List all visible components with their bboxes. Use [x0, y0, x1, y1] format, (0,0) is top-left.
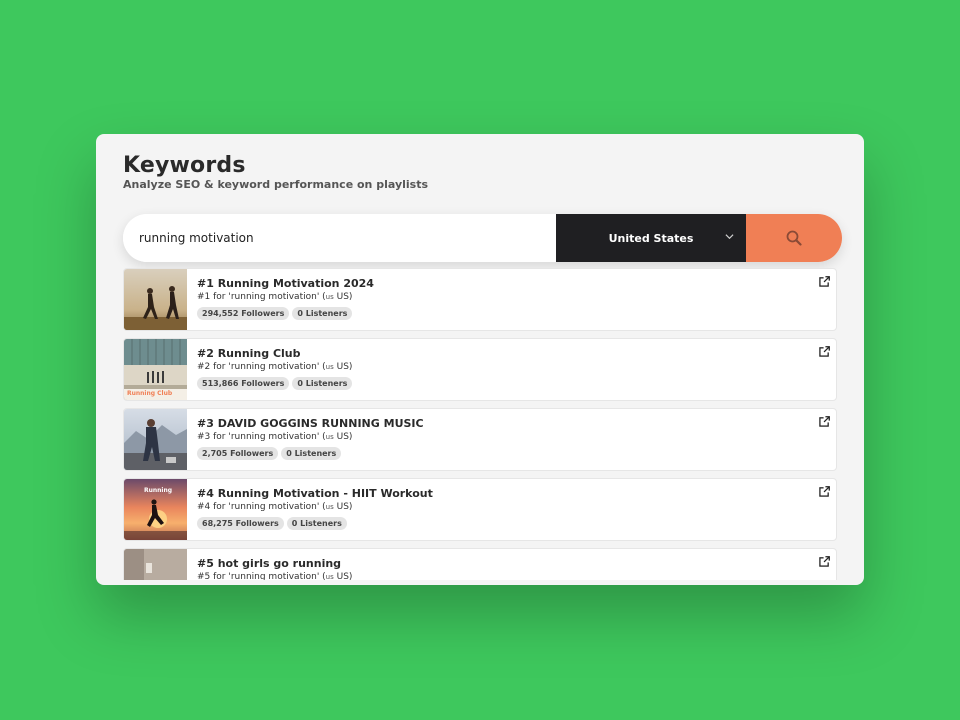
flag-icon: us: [325, 433, 334, 441]
page-subtitle: Analyze SEO & keyword performance on pla…: [123, 178, 429, 191]
external-link-icon[interactable]: [819, 556, 830, 567]
playlist-title[interactable]: #4 Running Motivation - HIIT Workout: [197, 487, 433, 500]
playlist-cover: [124, 549, 187, 580]
playlist-title[interactable]: #2 Running Club: [197, 347, 301, 360]
search-icon: [786, 230, 802, 246]
stats-badges: 513,866 Followers 0 Listeners: [197, 377, 353, 390]
playlist-cover: [124, 409, 187, 470]
results-list: #1 Running Motivation 2024 #1 for 'runni…: [123, 268, 837, 580]
listeners-badge: 0 Listeners: [292, 307, 353, 320]
external-link-icon[interactable]: [819, 416, 830, 427]
followers-badge: 68,275 Followers: [197, 517, 284, 530]
rank-text: #3 for 'running motivation' (us US): [197, 432, 353, 442]
search-bar: United States: [123, 214, 842, 262]
cover-text: Running Club: [127, 390, 173, 397]
rank-text: #1 for 'running motivation' (us US): [197, 292, 353, 302]
rank-text: #2 for 'running motivation' (us US): [197, 362, 353, 372]
country-selected-label: United States: [608, 231, 694, 245]
result-row[interactable]: #5 hot girls go running #5 for 'running …: [123, 548, 837, 580]
followers-badge: 513,866 Followers: [197, 377, 290, 390]
stats-badges: 68,275 Followers 0 Listeners: [197, 517, 347, 530]
listeners-badge: 0 Listeners: [286, 517, 347, 530]
external-link-icon[interactable]: [819, 346, 830, 357]
flag-icon: us: [325, 293, 334, 301]
keywords-panel: Keywords Analyze SEO & keyword performan…: [96, 134, 864, 585]
result-row[interactable]: Running #4 Running Motivation - HIIT Wor…: [123, 478, 837, 541]
followers-badge: 2,705 Followers: [197, 447, 279, 460]
playlist-title[interactable]: #1 Running Motivation 2024: [197, 277, 374, 290]
page-title: Keywords: [123, 153, 246, 178]
playlist-cover: Running: [124, 479, 187, 540]
search-button[interactable]: [746, 214, 842, 262]
result-row[interactable]: #1 Running Motivation 2024 #1 for 'runni…: [123, 268, 837, 331]
flag-icon: us: [325, 573, 334, 580]
flag-icon: us: [325, 503, 334, 511]
search-input[interactable]: [123, 214, 556, 262]
stats-badges: 294,552 Followers 0 Listeners: [197, 307, 353, 320]
stats-badges: 2,705 Followers 0 Listeners: [197, 447, 342, 460]
followers-badge: 294,552 Followers: [197, 307, 290, 320]
playlist-title[interactable]: #5 hot girls go running: [197, 557, 341, 570]
flag-icon: us: [325, 363, 334, 371]
playlist-cover: [124, 269, 187, 330]
rank-text: #5 for 'running motivation' (us US): [197, 572, 353, 580]
playlist-title[interactable]: #3 DAVID GOGGINS RUNNING MUSIC: [197, 417, 424, 430]
result-row[interactable]: #3 DAVID GOGGINS RUNNING MUSIC #3 for 'r…: [123, 408, 837, 471]
external-link-icon[interactable]: [819, 276, 830, 287]
listeners-badge: 0 Listeners: [292, 377, 353, 390]
external-link-icon[interactable]: [819, 486, 830, 497]
cover-text: Running: [144, 487, 173, 494]
listeners-badge: 0 Listeners: [281, 447, 342, 460]
chevron-down-icon: [725, 234, 734, 240]
country-dropdown[interactable]: United States: [556, 214, 746, 262]
result-row[interactable]: Running Club #2 Running Club #2 for 'run…: [123, 338, 837, 401]
playlist-cover: Running Club: [124, 339, 187, 400]
rank-text: #4 for 'running motivation' (us US): [197, 502, 353, 512]
